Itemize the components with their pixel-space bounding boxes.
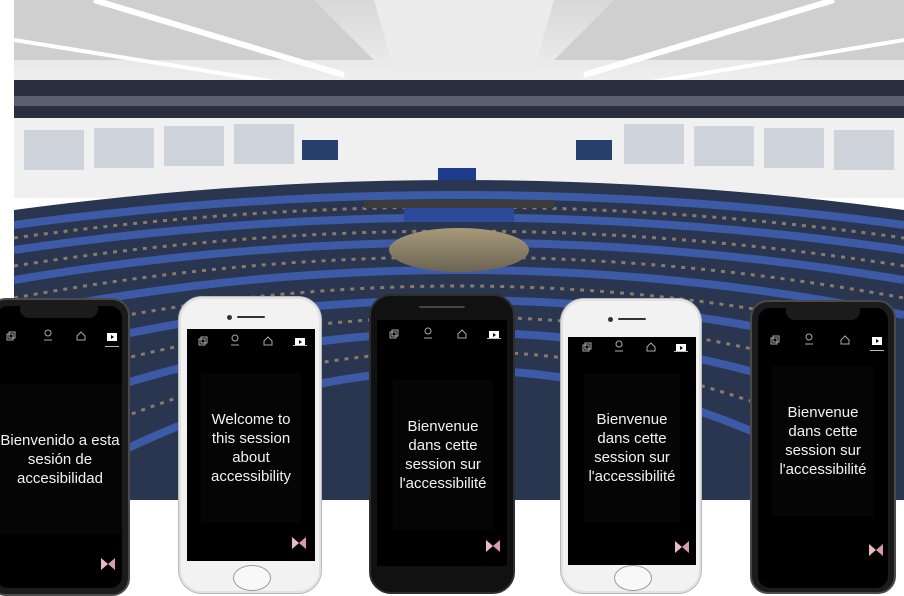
active-tab-underline — [487, 338, 501, 339]
phone-french-2: Bienvenue dans cette session sur l'acces… — [560, 298, 702, 594]
caption-text: Welcome to this session about accessibil… — [201, 373, 301, 523]
user-icon[interactable] — [230, 333, 240, 351]
caption-text: Bienvenue dans cette session sur l'acces… — [584, 373, 680, 523]
phone-notch — [20, 306, 98, 318]
home-button[interactable] — [614, 565, 652, 591]
play-icon[interactable] — [872, 332, 882, 350]
front-camera — [608, 317, 613, 322]
phone-screen: Bienvenue dans cette session sur l'acces… — [568, 337, 696, 565]
app-logo — [101, 558, 115, 570]
app-nav-bar — [377, 326, 507, 348]
app-logo — [675, 541, 689, 553]
front-camera — [227, 315, 232, 320]
app-logo — [869, 544, 883, 556]
copy-icon[interactable] — [770, 332, 780, 350]
home-icon[interactable] — [457, 326, 467, 344]
caption-text: Bienvenue dans cette session sur l'acces… — [772, 366, 874, 516]
app-nav-bar — [187, 333, 315, 355]
user-icon[interactable] — [423, 326, 433, 344]
home-icon[interactable] — [646, 339, 656, 357]
phone-notch — [786, 308, 860, 320]
phone-spanish: Bienvenido a esta sesión de accesibilida… — [0, 298, 130, 596]
home-button[interactable] — [233, 565, 271, 591]
app-logo — [486, 540, 500, 552]
home-icon[interactable] — [840, 332, 850, 350]
caption-text: Bienvenido a esta sesión de accesibilida… — [0, 384, 122, 534]
phone-french-1: Bienvenue dans cette session sur l'acces… — [369, 294, 515, 594]
phone-screen: Bienvenue dans cette session sur l'acces… — [377, 320, 507, 566]
play-icon[interactable] — [295, 333, 305, 351]
speaker-grille — [419, 306, 465, 308]
active-tab-underline — [105, 346, 119, 347]
home-icon[interactable] — [263, 333, 273, 351]
play-icon[interactable] — [107, 328, 117, 346]
app-nav-bar — [0, 328, 122, 350]
copy-icon[interactable] — [6, 328, 16, 346]
user-icon[interactable] — [43, 328, 53, 346]
app-nav-bar — [568, 339, 696, 361]
active-tab-underline — [674, 351, 688, 352]
app-logo — [292, 537, 306, 549]
home-icon[interactable] — [76, 328, 86, 346]
phone-screen: Welcome to this session about accessibil… — [187, 329, 315, 561]
app-nav-bar — [758, 332, 888, 354]
phone-screen: Bienvenue dans cette session sur l'acces… — [758, 308, 888, 588]
play-icon[interactable] — [676, 339, 686, 357]
speaker-grille — [237, 316, 265, 318]
caption-text: Bienvenue dans cette session sur l'acces… — [393, 380, 493, 530]
user-icon[interactable] — [614, 339, 624, 357]
phone-english: Welcome to this session about accessibil… — [178, 296, 322, 594]
speaker-grille — [618, 318, 646, 320]
active-tab-underline — [870, 350, 884, 351]
copy-icon[interactable] — [198, 333, 208, 351]
active-tab-underline — [293, 345, 307, 346]
phone-screen: Bienvenido a esta sesión de accesibilida… — [0, 306, 122, 588]
phone-french-3: Bienvenue dans cette session sur l'acces… — [750, 300, 896, 594]
play-icon[interactable] — [489, 326, 499, 344]
copy-icon[interactable] — [582, 339, 592, 357]
user-icon[interactable] — [804, 332, 814, 350]
copy-icon[interactable] — [389, 326, 399, 344]
